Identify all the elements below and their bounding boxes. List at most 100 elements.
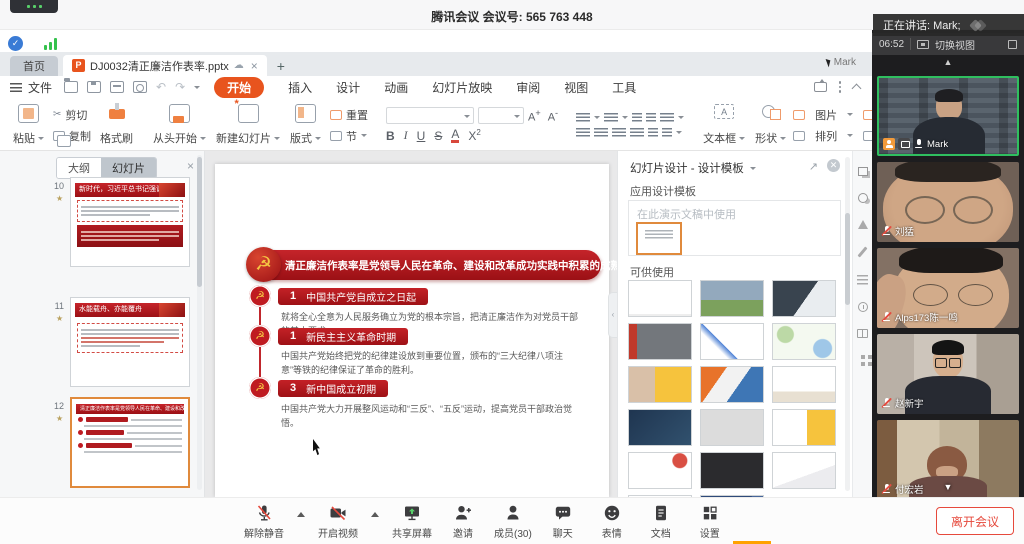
shapes-icon[interactable]	[858, 193, 868, 203]
list-icon[interactable]	[857, 275, 868, 285]
invite-button[interactable]: 邀请	[445, 503, 481, 540]
menu-review[interactable]: 审阅	[516, 79, 540, 96]
new-slide-button[interactable]: 新建幻灯片	[211, 103, 285, 147]
preview-icon[interactable]	[133, 81, 147, 93]
video-options-arrow[interactable]	[371, 512, 379, 517]
template-thumbnail[interactable]	[628, 366, 692, 403]
tab-document[interactable]: P DJ0032清正廉洁作表率.pptx ☁ ×	[63, 55, 267, 76]
align-left-icon[interactable]	[576, 128, 590, 138]
slides-scrollbar[interactable]	[197, 155, 202, 490]
picture-button[interactable]: 图片	[793, 107, 853, 123]
print-icon[interactable]	[110, 81, 124, 93]
close-panel-icon[interactable]: ✕	[827, 159, 840, 172]
menu-file[interactable]: 文件	[28, 79, 52, 96]
italic-button[interactable]: I	[404, 128, 408, 143]
menu-design[interactable]: 设计	[336, 79, 360, 96]
quickbar-dropdown-icon[interactable]	[194, 86, 200, 89]
play-from-start-button[interactable]: 从头开始	[148, 103, 211, 147]
menu-home[interactable]: 开始	[214, 77, 264, 98]
arrange-button[interactable]: 排列	[793, 128, 853, 144]
template-thumbnail[interactable]	[700, 323, 764, 360]
video-tile-mark[interactable]: Mark	[877, 76, 1019, 156]
video-tile[interactable]: 刘猛	[877, 162, 1019, 242]
start-video-button[interactable]: 开启视频	[318, 503, 358, 540]
indent-decrease-icon[interactable]	[632, 113, 642, 123]
font-size-select[interactable]	[478, 107, 524, 124]
current-template-thumbnail[interactable]	[636, 222, 682, 255]
slide-item-1[interactable]: ☭ 1中国共产党自成立之日起	[249, 285, 428, 307]
settings-button[interactable]: 设置	[692, 503, 728, 540]
emoji-button[interactable]: 表情	[594, 503, 630, 540]
slide-item-3[interactable]: ☭ 3新中国成立初期	[249, 377, 388, 399]
justify-icon[interactable]	[630, 128, 644, 138]
redo-icon[interactable]: ↷	[175, 80, 185, 94]
align-center-icon[interactable]	[594, 128, 608, 138]
undo-icon[interactable]: ↶	[156, 80, 166, 94]
font-increase-button[interactable]: A+	[528, 108, 541, 124]
share-screen-button[interactable]: 共享屏幕	[392, 503, 432, 540]
members-button[interactable]: 成员(30)	[494, 503, 532, 540]
columns-icon[interactable]	[648, 128, 658, 138]
font-decrease-button[interactable]: A-	[548, 108, 558, 124]
number-list-icon[interactable]	[604, 113, 618, 123]
more-icon[interactable]	[839, 81, 842, 93]
share-icon[interactable]	[814, 82, 827, 92]
slide-thumbnail-12[interactable]: 清正廉洁作表率是党领导人民在革命、建设和改革成功实践中积累的成熟经验	[70, 397, 190, 488]
template-thumbnail[interactable]	[628, 323, 692, 360]
textbox-button[interactable]: A 文本框	[698, 103, 750, 147]
video-tile[interactable]: 赵新宇	[877, 334, 1019, 414]
slide-page[interactable]: ☭ 清正廉洁作表率是党领导人民在革命、建设和改革成功实践中积累的成熟经验 ☭ 1…	[215, 164, 609, 497]
template-thumbnail[interactable]	[628, 452, 692, 489]
slide-banner[interactable]: ☭ 清正廉洁作表率是党领导人民在革命、建设和改革成功实践中积累的成熟经验	[249, 250, 601, 280]
triangle-icon[interactable]	[858, 220, 868, 229]
collapse-ribbon-icon[interactable]	[852, 84, 862, 94]
editing-canvas[interactable]: ☭ 清正廉洁作表率是党领导人民在革命、建设和改革成功实践中积累的成熟经验 ☭ 1…	[205, 151, 617, 497]
book-icon[interactable]	[857, 329, 868, 338]
video-tile[interactable]: Alps173陈一鸣	[877, 248, 1019, 328]
font-color-button[interactable]: A	[451, 129, 459, 143]
align-right-icon[interactable]	[612, 128, 626, 138]
text-direction-icon[interactable]	[662, 128, 672, 138]
chat-button[interactable]: 聊天	[545, 503, 581, 540]
switch-view-button[interactable]: 切换视图	[935, 37, 975, 52]
tab-close-icon[interactable]: ×	[251, 59, 258, 73]
line-spacing-icon[interactable]	[660, 113, 674, 123]
clock-icon[interactable]	[858, 302, 868, 312]
cut-button[interactable]: ✂剪切	[53, 107, 91, 123]
hamburger-menu-icon[interactable]	[10, 83, 22, 92]
reset-button[interactable]: 重置	[330, 107, 368, 123]
slide-item-2[interactable]: ☭ 1新民主主义革命时期	[249, 325, 408, 347]
template-thumbnail[interactable]	[700, 366, 764, 403]
pen-icon[interactable]	[857, 246, 867, 257]
scroll-up-icon[interactable]: ▲	[872, 57, 1024, 67]
expand-panel-icon[interactable]: ↗	[809, 160, 818, 173]
underline-button[interactable]: U	[417, 129, 426, 143]
docs-button[interactable]: 文档	[643, 503, 679, 540]
section-button[interactable]: 节	[330, 128, 368, 144]
slide-thumbnail-10[interactable]: 新时代，习近平总书记强调	[70, 177, 190, 267]
unmute-button[interactable]: 解除静音	[244, 503, 284, 540]
menu-tools[interactable]: 工具	[612, 79, 636, 96]
menu-animation[interactable]: 动画	[384, 79, 408, 96]
panel-close-icon[interactable]: ×	[187, 159, 194, 173]
format-painter-button[interactable]: 格式刷	[95, 103, 138, 147]
template-thumbnail[interactable]	[772, 280, 836, 317]
template-thumbnail[interactable]	[700, 280, 764, 317]
superscript-button[interactable]: X2	[468, 128, 480, 143]
save-icon[interactable]	[87, 81, 101, 93]
strikethrough-button[interactable]: S	[434, 129, 442, 143]
tab-outline[interactable]: 大纲	[57, 158, 101, 178]
template-thumbnail[interactable]	[772, 452, 836, 489]
menu-slideshow[interactable]: 幻灯片放映	[432, 79, 492, 96]
copy-button[interactable]: 复制	[53, 128, 91, 144]
template-thumbnail[interactable]	[772, 366, 836, 403]
panel-collapse-handle[interactable]: ‹	[608, 292, 617, 338]
bold-button[interactable]: B	[386, 129, 395, 143]
bullet-list-icon[interactable]	[576, 113, 590, 123]
template-thumbnail[interactable]	[772, 323, 836, 360]
scroll-down-icon[interactable]: ▼	[872, 482, 1024, 492]
fullscreen-icon[interactable]	[1008, 40, 1017, 49]
leave-meeting-button[interactable]: 离开会议	[936, 507, 1014, 535]
slide-thumbnail-11[interactable]: 水能载舟、亦能覆舟	[70, 297, 190, 387]
template-thumbnail[interactable]	[700, 452, 764, 489]
